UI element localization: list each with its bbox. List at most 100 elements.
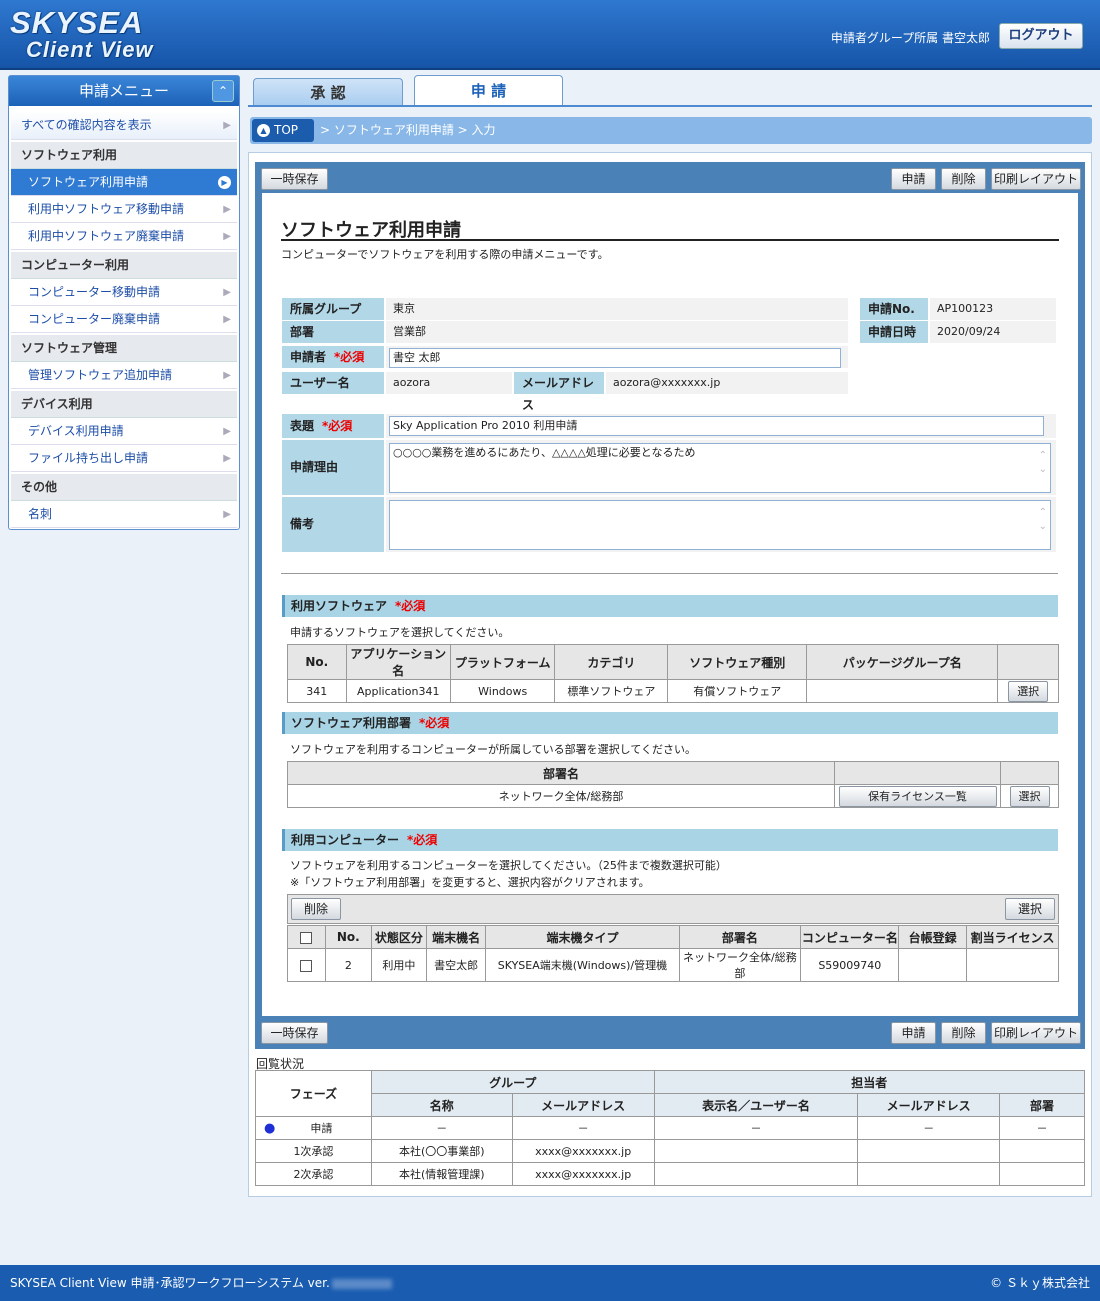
table-row: ● 申請－－－－－ xyxy=(255,1116,1085,1140)
col-header: 表示名／ユーザー名 xyxy=(653,1093,859,1117)
cell xyxy=(857,1162,1001,1186)
computer-note-1: ソフトウェアを利用するコンピューターを選択してください。（25件まで複数選択可能… xyxy=(290,859,727,872)
logout-button[interactable]: ログアウト xyxy=(999,23,1083,49)
cell: 本社(〇〇事業部) xyxy=(370,1139,513,1163)
request-no-value: AP100123 xyxy=(930,298,1056,320)
sidebar-item-business-card[interactable]: 名刺 ▶ xyxy=(11,501,237,528)
chevron-right-icon: ▶ xyxy=(223,204,231,215)
dept-note: ソフトウェアを利用するコンピューターが所属している部署を選択してください。 xyxy=(290,743,697,756)
print-layout-button-bottom[interactable]: 印刷レイアウト xyxy=(991,1022,1081,1044)
request-date-label: 申請日時 xyxy=(860,321,928,343)
license-list-button[interactable]: 保有ライセンス一覧 xyxy=(838,785,997,807)
col-header xyxy=(287,925,326,949)
table-row: 2 利用中 書空太郎 SKYSEA端末機(Windows)/管理機 ネットワーク全体/総… xyxy=(287,948,1060,982)
remarks-label: 備考 xyxy=(282,497,384,552)
apply-button[interactable]: 申請 xyxy=(891,168,936,190)
mail-value: aozora@xxxxxxx.jp xyxy=(606,372,848,394)
chevron-right-icon: ▶ xyxy=(223,509,231,520)
request-date-value: 2020/09/24 xyxy=(930,321,1056,343)
sidebar-item-computer-dispose[interactable]: コンピューター廃棄申請 ▶ xyxy=(11,306,237,333)
reason-textarea[interactable]: ○○○○業務を進めるにあたり、△△△△処理に必要となるため ⌃ ⌄ xyxy=(389,443,1051,493)
cell xyxy=(653,1139,859,1163)
chevron-up-icon[interactable]: ⌃ xyxy=(212,80,234,102)
dept-section-title: ソフトウェア利用部署 *必須 xyxy=(282,712,1058,734)
col-header-empty xyxy=(997,644,1059,680)
col-header: パッケージグループ名 xyxy=(806,644,999,680)
request-no-label: 申請No. xyxy=(860,298,928,320)
col-header: グループ xyxy=(370,1070,655,1094)
sidebar-item-device-use[interactable]: デバイス利用申請 ▶ xyxy=(11,418,237,445)
save-draft-button-bottom[interactable]: 一時保存 xyxy=(261,1022,328,1044)
computer-table: No. 状態区分 端末機名 端末機タイプ 部署名 コンピューター名 台帳登録 割当ライセンス … xyxy=(287,925,1060,982)
app-footer: SKYSEA Client View 申請･承認ワークフローシステム ver. … xyxy=(0,1265,1100,1301)
sidebar-category: ソフトウェア管理 xyxy=(11,335,237,362)
dept-table: 部署名 ネットワーク全体/総務部 保有ライセンス一覧 選択 xyxy=(287,761,1059,808)
col-header: コンピューター名 xyxy=(800,925,900,949)
cell: 本社(情報管理課) xyxy=(370,1162,513,1186)
sidebar-item-software-move[interactable]: 利用中ソフトウェア移動申請 ▶ xyxy=(11,196,237,223)
circulation-table: フェーズ グループ 担当者 名称 メールアドレス 表示名／ユーザー名 メールアドレス 部署 … xyxy=(255,1070,1086,1186)
select-all-checkbox[interactable] xyxy=(300,931,313,944)
sidebar-item-computer-move[interactable]: コンピューター移動申請 ▶ xyxy=(11,279,237,306)
col-header: 部署名 xyxy=(287,761,835,785)
chevron-right-icon: ▶ xyxy=(223,426,231,437)
footer-version: SKYSEA Client View 申請･承認ワークフローシステム ver. xyxy=(10,1265,392,1301)
delete-button-bottom[interactable]: 削除 xyxy=(941,1022,986,1044)
cell: Application341 xyxy=(345,679,451,703)
col-header: カテゴリ xyxy=(554,644,669,680)
select-computer-button[interactable]: 選択 xyxy=(1005,898,1055,920)
cell xyxy=(806,679,999,703)
up-arrow-icon: ▲ xyxy=(257,124,270,137)
print-layout-button[interactable]: 印刷レイアウト xyxy=(991,168,1081,190)
computer-toolbar xyxy=(287,894,1059,924)
cell xyxy=(999,1162,1085,1186)
version-number-blurred xyxy=(331,1278,392,1289)
apply-button-bottom[interactable]: 申請 xyxy=(891,1022,936,1044)
cell xyxy=(857,1139,1001,1163)
sidebar-item-software-use[interactable]: ソフトウェア利用申請 ▶ xyxy=(11,169,237,196)
cell: 利用中 xyxy=(370,948,428,982)
col-header: 割当ライセンス xyxy=(965,925,1060,949)
select-dept-button[interactable]: 選択 xyxy=(1009,785,1050,807)
required-mark: *必須 xyxy=(322,419,353,433)
sidebar-item-managed-software-add[interactable]: 管理ソフトウェア追加申請 ▶ xyxy=(11,362,237,389)
computer-note-2: ※「ソフトウェア利用部署」を変更すると、選択内容がクリアされます。 xyxy=(290,876,650,889)
tab-approve[interactable]: 承 認 xyxy=(253,78,403,106)
cell: 1次承認 xyxy=(255,1139,372,1163)
remove-computer-button[interactable]: 削除 xyxy=(291,898,341,920)
sidebar-item-show-all[interactable]: すべての確認内容を表示 ▶ xyxy=(11,111,237,140)
applicant-input[interactable]: 書空 太郎 xyxy=(389,348,841,368)
username-label: ユーザー名 xyxy=(282,372,384,394)
tab-apply[interactable]: 申 請 xyxy=(414,75,563,106)
col-header-empty xyxy=(834,761,1001,785)
delete-button[interactable]: 削除 xyxy=(941,168,986,190)
col-header: メールアドレス xyxy=(511,1093,655,1117)
save-draft-button[interactable]: 一時保存 xyxy=(261,168,328,190)
reason-label: 申請理由 xyxy=(282,440,384,495)
sidebar-title: 申請メニュー ⌃ xyxy=(9,76,239,106)
remarks-textarea[interactable]: ⌃ ⌄ xyxy=(389,500,1051,550)
row-checkbox[interactable] xyxy=(300,959,313,972)
cell: Windows xyxy=(449,679,556,703)
sidebar-item-file-export[interactable]: ファイル持ち出し申請 ▶ xyxy=(11,445,237,472)
title-underline xyxy=(281,239,1059,241)
scroll-arrows-icon: ⌃ ⌄ xyxy=(1038,507,1047,532)
chevron-right-icon: ▶ xyxy=(223,370,231,381)
cell: 341 xyxy=(287,679,347,703)
col-header: フェーズ xyxy=(255,1070,372,1117)
cell: － xyxy=(857,1116,1001,1140)
subject-input[interactable]: Sky Application Pro 2010 利用申請 xyxy=(389,416,1044,436)
cell: － xyxy=(653,1116,859,1140)
sidebar-item-software-dispose[interactable]: 利用中ソフトウェア廃棄申請 ▶ xyxy=(11,223,237,250)
cell: 選択 xyxy=(1000,784,1059,808)
cell: 有償ソフトウェア xyxy=(667,679,808,703)
select-software-button[interactable]: 選択 xyxy=(1008,680,1049,702)
cell: 選択 xyxy=(997,679,1059,703)
breadcrumb-top[interactable]: ▲ TOP xyxy=(252,119,314,142)
col-header: No. xyxy=(287,644,347,680)
cell: 2 xyxy=(324,948,372,982)
breadcrumb: ▲ TOP > ソフトウェア利用申請 > 入力 xyxy=(250,117,1092,144)
group-value: 東京 xyxy=(386,298,848,320)
cell: ネットワーク全体/総務部 xyxy=(287,784,835,808)
cell: 2次承認 xyxy=(255,1162,372,1186)
